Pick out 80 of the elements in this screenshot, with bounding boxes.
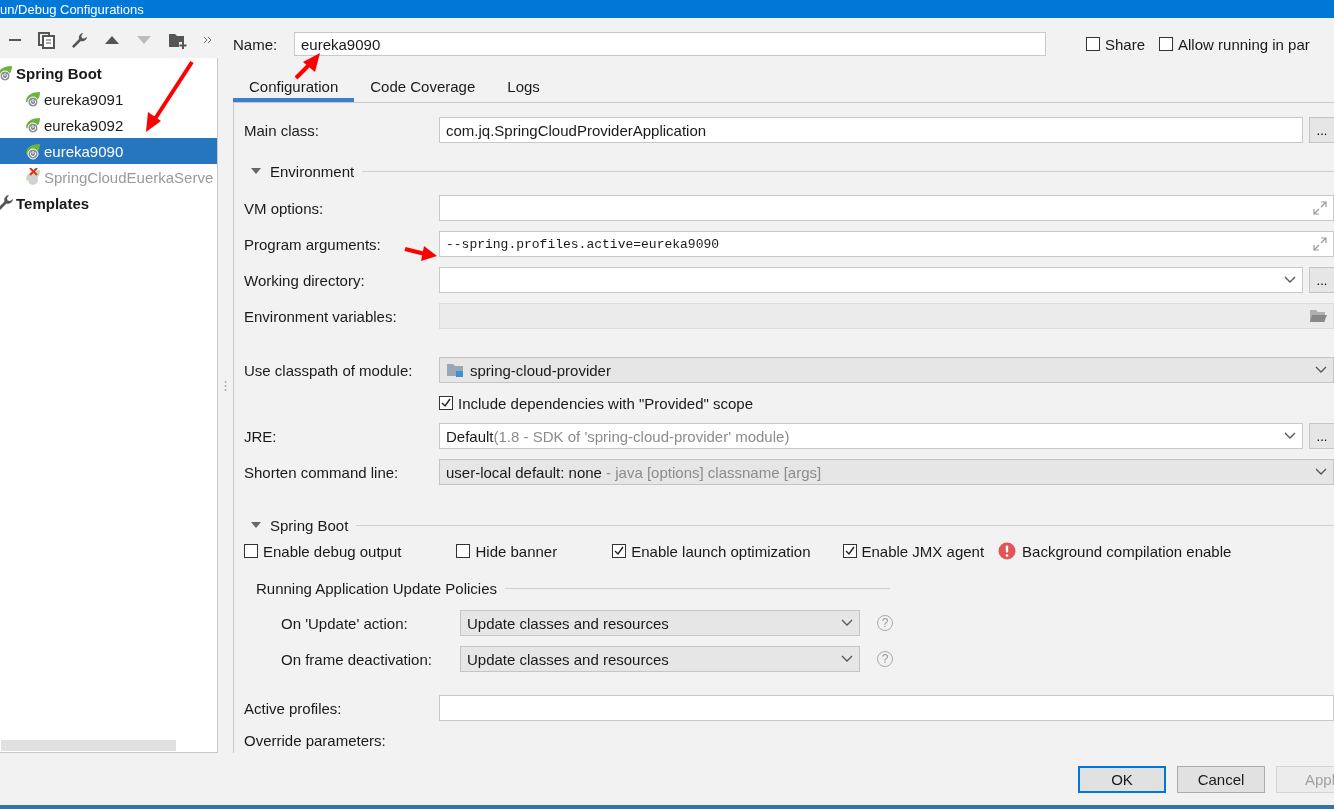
checkbox[interactable] bbox=[612, 544, 627, 558]
folder-plus-icon[interactable] bbox=[168, 31, 187, 49]
checkbox[interactable] bbox=[842, 544, 857, 558]
browse-button[interactable]: ... bbox=[1309, 117, 1334, 143]
checkbox[interactable] bbox=[439, 396, 453, 410]
text-field[interactable]: com.jq.SpringCloudProviderApplication bbox=[439, 117, 1303, 143]
section-title: Spring Boot bbox=[270, 516, 349, 534]
text-field[interactable] bbox=[439, 695, 1334, 721]
chevron-down-icon bbox=[841, 619, 853, 627]
chevron-down-icon bbox=[1284, 432, 1296, 440]
field-label: VM options: bbox=[244, 199, 324, 217]
tree-item[interactable]: eureka9092 bbox=[0, 112, 217, 138]
checkbox-label[interactable]: Share bbox=[1105, 35, 1146, 53]
annotation-arrow bbox=[404, 246, 437, 261]
tree-item[interactable]: Templates bbox=[0, 190, 217, 216]
field-label: On frame deactivation: bbox=[281, 650, 433, 668]
spring-leaf-icon bbox=[24, 116, 42, 134]
text-field[interactable] bbox=[439, 195, 1334, 221]
warning-text: Background compilation enable bbox=[1022, 542, 1232, 560]
dialog-button[interactable]: OK bbox=[1078, 766, 1166, 793]
spring-leaf-icon bbox=[24, 90, 42, 108]
field-label: JRE: bbox=[244, 427, 277, 445]
field-label: Main class: bbox=[244, 121, 320, 139]
field-label: Shorten command line: bbox=[244, 463, 399, 481]
checkbox-label[interactable]: Include dependencies with "Provided" scope bbox=[458, 394, 753, 412]
checkbox[interactable] bbox=[456, 544, 471, 558]
checkbox-label[interactable]: Enable debug output bbox=[263, 542, 402, 560]
spring-leaf-icon bbox=[24, 142, 42, 160]
checkbox-label[interactable]: Enable JMX agent bbox=[861, 542, 985, 560]
browse-button[interactable]: ... bbox=[1309, 267, 1334, 293]
dropdown[interactable]: spring-cloud-provider bbox=[439, 357, 1334, 383]
field-label: Override parameters: bbox=[244, 731, 386, 749]
checkbox[interactable] bbox=[244, 544, 258, 558]
chevron-down-icon bbox=[1315, 468, 1327, 476]
checkbox[interactable] bbox=[1159, 37, 1174, 51]
copy-icon[interactable] bbox=[38, 31, 55, 49]
wrench-icon[interactable] bbox=[71, 31, 88, 49]
expand-icon[interactable] bbox=[1313, 201, 1327, 215]
tree-item[interactable]: eureka9090 bbox=[0, 138, 217, 164]
group-title: Running Application Update Policies bbox=[256, 579, 497, 597]
tree-item[interactable]: Spring Boot bbox=[0, 60, 217, 86]
chevrons-icon[interactable] bbox=[203, 36, 212, 44]
tree-item[interactable]: eureka9091 bbox=[0, 86, 217, 112]
up-arrow-icon[interactable] bbox=[104, 35, 120, 45]
browse-button[interactable]: ... bbox=[1309, 423, 1334, 449]
field-label: Program arguments: bbox=[244, 235, 381, 253]
wrench-icon bbox=[0, 194, 14, 212]
error-icon bbox=[998, 542, 1017, 560]
dropdown[interactable]: Update classes and resources bbox=[460, 610, 860, 636]
checkbox-label[interactable]: Hide banner bbox=[475, 542, 558, 560]
checkbox-label[interactable]: Allow running in par bbox=[1178, 35, 1310, 53]
checkbox[interactable] bbox=[1086, 37, 1100, 51]
dropdown[interactable]: user-local default: none - java [options] classname [args] bbox=[439, 459, 1334, 485]
tab[interactable]: Code Coverage bbox=[354, 70, 492, 102]
field-label: On 'Update' action: bbox=[281, 614, 409, 632]
field-label: Active profiles: bbox=[244, 699, 342, 717]
text-field[interactable]: --spring.profiles.active=eureka9090 bbox=[439, 231, 1334, 257]
annotation-arrow bbox=[146, 60, 194, 132]
checkbox-label[interactable]: Enable launch optimization bbox=[631, 542, 811, 560]
tab[interactable]: Logs bbox=[491, 70, 556, 102]
folder-icon bbox=[446, 362, 464, 378]
dialog-button[interactable]: Cancel bbox=[1177, 766, 1265, 793]
section-title: Environment bbox=[270, 162, 355, 180]
splitter-grip-icon[interactable] bbox=[224, 379, 227, 392]
chevron-down-icon bbox=[1315, 366, 1327, 374]
scrollbar[interactable] bbox=[0, 739, 177, 752]
dropdown[interactable]: Update classes and resources bbox=[460, 646, 860, 672]
field-label: Name: bbox=[233, 35, 279, 53]
field-label: Use classpath of module: bbox=[244, 361, 413, 379]
expand-icon[interactable] bbox=[1313, 237, 1327, 251]
window-title: un/Debug Configurations bbox=[0, 1, 144, 18]
dropdown[interactable]: Default(1.8 - SDK of 'spring-cloud-provider' module) bbox=[439, 423, 1303, 449]
field-label: Working directory: bbox=[244, 271, 365, 289]
name-field[interactable]: eureka9090 bbox=[294, 32, 1046, 56]
field-label: Environment variables: bbox=[244, 307, 397, 325]
annotation-arrow bbox=[294, 53, 320, 80]
tab[interactable]: Configuration bbox=[233, 70, 355, 102]
chevron-down-icon bbox=[841, 655, 853, 663]
folder-icon[interactable] bbox=[1309, 309, 1327, 323]
chevron-down-icon bbox=[1284, 276, 1296, 284]
